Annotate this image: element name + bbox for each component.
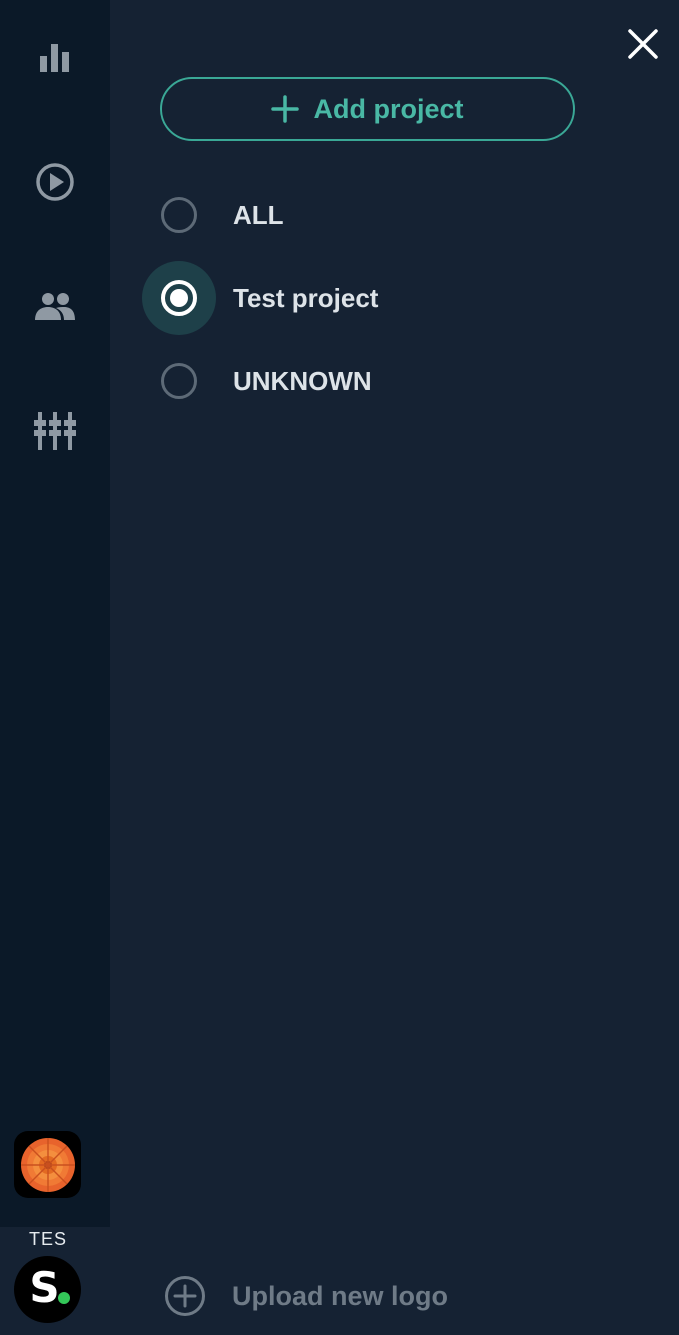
bar-chart-icon — [40, 44, 69, 72]
sidebar-item-sessions[interactable] — [0, 142, 110, 222]
plus-icon — [271, 95, 300, 123]
play-circle-icon — [36, 163, 74, 201]
upload-logo-button[interactable]: Upload new logo — [164, 1275, 448, 1317]
close-icon — [628, 29, 658, 59]
upload-logo-label: Upload new logo — [232, 1280, 448, 1311]
radio-halo — [142, 344, 216, 418]
close-button[interactable] — [624, 25, 662, 63]
people-icon — [35, 293, 75, 320]
status-dot — [58, 1292, 70, 1304]
project-option-test-project[interactable]: Test project — [142, 261, 542, 335]
tenant-logo[interactable]: S — [14, 1256, 81, 1323]
radio-dot — [170, 289, 188, 307]
add-project-label: Add project — [313, 93, 464, 124]
user-avatar[interactable] — [14, 1131, 81, 1198]
add-circle-icon — [165, 1276, 205, 1316]
project-option-label: ALL — [233, 199, 284, 230]
sidebar-item-settings[interactable] — [0, 391, 110, 471]
project-option-unknown[interactable]: UNKNOWN — [142, 344, 542, 418]
radio-button[interactable] — [161, 363, 197, 399]
sidebar-item-analytics[interactable] — [0, 18, 110, 98]
project-option-all[interactable]: ALL — [142, 178, 542, 252]
radio-button[interactable] — [161, 197, 197, 233]
tenant-logo-letter: S — [29, 1263, 60, 1312]
radio-halo-selected — [142, 261, 216, 335]
add-project-button[interactable]: Add project — [160, 77, 575, 141]
project-option-label: UNKNOWN — [233, 365, 372, 396]
radio-halo — [142, 178, 216, 252]
sidebar-item-users[interactable] — [0, 266, 110, 346]
project-option-label: Test project — [233, 282, 379, 313]
radio-button-checked[interactable] — [161, 280, 197, 316]
tenant-label: TES — [28, 1229, 67, 1249]
sidebar — [0, 0, 110, 1227]
sliders-icon — [34, 412, 76, 450]
flower-avatar-icon — [20, 1137, 75, 1192]
project-switcher-screen: TES S Add project ALL Test project UNKNO… — [0, 0, 679, 1335]
